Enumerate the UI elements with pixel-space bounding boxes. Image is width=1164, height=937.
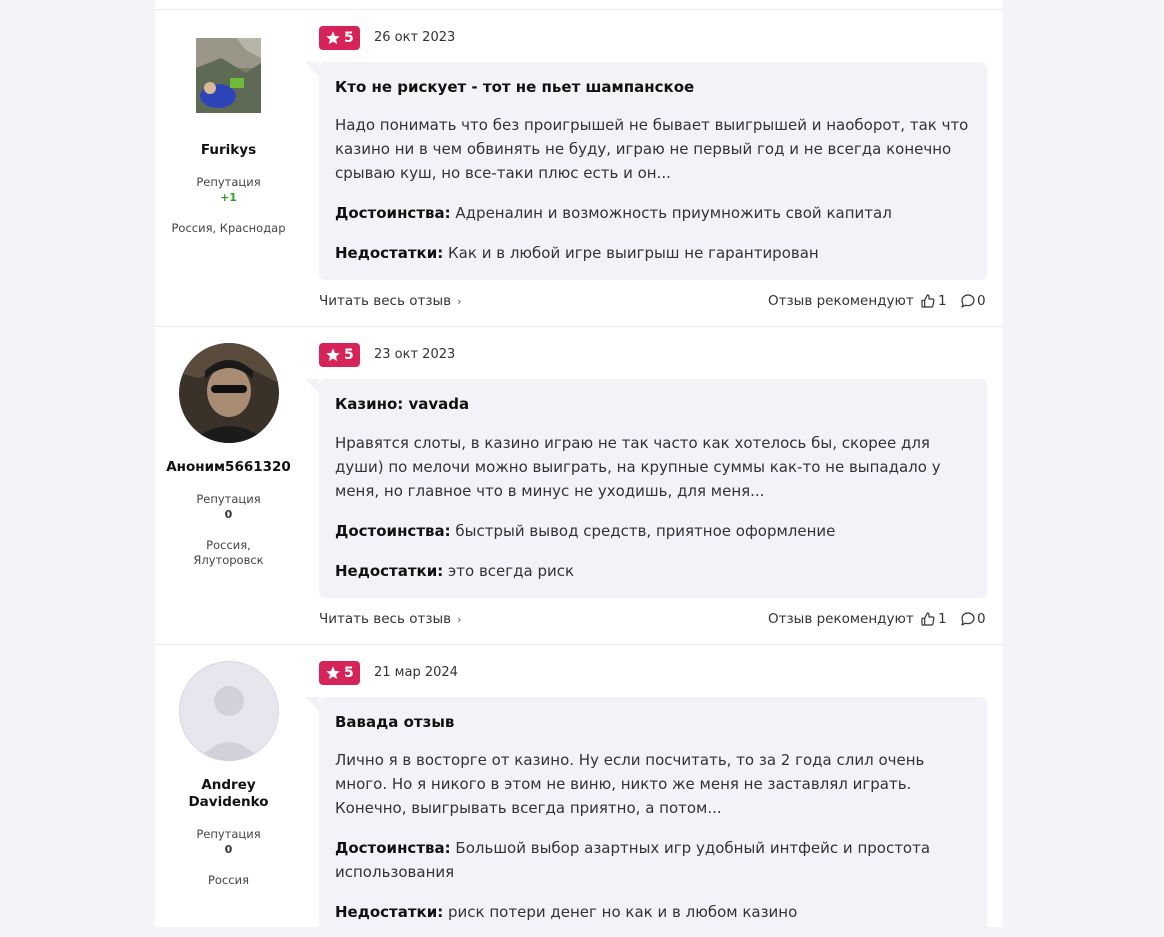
chevron-right-icon: ›: [457, 295, 462, 308]
rating-badge: 5: [319, 661, 360, 685]
review-author: Andrey Davidenko Репутация 0 Россия: [155, 645, 302, 927]
review-card: Аноним5661320 Репутация 0 Россия, Ялутор…: [155, 327, 1003, 643]
cons-text: это всегда риск: [448, 562, 575, 580]
pros-label: Достоинства:: [335, 839, 451, 857]
recommend-label: Отзыв рекомендуют: [768, 611, 914, 627]
like-icon[interactable]: [920, 293, 936, 309]
comments-count: 0: [977, 611, 986, 627]
review-text: Лично я в восторге от казино. Ну если по…: [335, 751, 925, 817]
likes-count: 1: [938, 293, 947, 309]
reputation-label: Репутация: [196, 175, 261, 189]
reputation-value: +1: [220, 191, 237, 204]
cons-label: Недостатки:: [335, 244, 444, 262]
cons-text: риск потери денег но как и в любом казин…: [448, 903, 798, 921]
author-location: Россия, Краснодар: [171, 221, 286, 235]
star-icon: [326, 348, 340, 362]
review-body: Казино: vavada Нравятся слоты, в казино …: [305, 379, 987, 598]
recommend-label: Отзыв рекомендуют: [768, 293, 914, 309]
review-cons: Недостатки: риск потери денег но как и в…: [335, 900, 975, 924]
review-cons: Недостатки: Как и в любой игре выигрыш н…: [335, 241, 975, 265]
review-card: Andrey Davidenko Репутация 0 Россия 5 21…: [155, 645, 1003, 937]
comments-count: 0: [977, 293, 986, 309]
comment-icon[interactable]: [960, 293, 976, 309]
author-name[interactable]: Аноним5661320: [155, 459, 302, 476]
review-title[interactable]: Вавада отзыв: [335, 712, 454, 732]
read-more-link[interactable]: Читать весь отзыв ›: [319, 610, 462, 629]
review-cons: Недостатки: это всегда риск: [335, 559, 975, 583]
review-body: Вавада отзыв Лично я в восторге от казин…: [305, 697, 987, 937]
reputation-value: 0: [224, 508, 233, 521]
review-date: 21 мар 2024: [374, 665, 458, 680]
review-author: Furikys Репутация +1 Россия, Краснодар: [155, 10, 302, 326]
cons-text: Как и в любой игре выигрыш не гарантиров…: [448, 244, 819, 262]
review-pros: Достоинства: быстрый вывод средств, прия…: [335, 519, 975, 543]
read-more-label: Читать весь отзыв: [319, 293, 452, 309]
pros-label: Достоинства:: [335, 522, 451, 540]
likes-count: 1: [938, 611, 947, 627]
review-text: Надо понимать что без проигрышей не быва…: [335, 116, 969, 182]
star-icon: [326, 31, 340, 45]
reputation-label: Репутация: [196, 827, 261, 841]
review-date: 26 окт 2023: [374, 30, 456, 45]
review-author: Аноним5661320 Репутация 0 Россия, Ялутор…: [155, 327, 302, 643]
cons-label: Недостатки:: [335, 562, 444, 580]
review-title[interactable]: Казино: vavada: [335, 394, 469, 414]
rating-value: 5: [344, 347, 354, 363]
avatar[interactable]: [196, 38, 261, 113]
rating-value: 5: [344, 30, 354, 46]
review-text: Нравятся слоты, в казино играю не так ча…: [335, 434, 941, 500]
cons-label: Недостатки:: [335, 903, 444, 921]
reviews-column: Furikys Репутация +1 Россия, Краснодар 5…: [155, 0, 1003, 937]
like-icon[interactable]: [920, 611, 936, 627]
user-icon: [197, 686, 261, 761]
review-pros: Достоинства: Большой выбор азартных игр …: [335, 836, 975, 884]
pros-text: быстрый вывод средств, приятное оформлен…: [455, 522, 836, 540]
review-card: Furikys Репутация +1 Россия, Краснодар 5…: [155, 10, 1003, 326]
review-date: 23 окт 2023: [374, 347, 456, 362]
reputation-value: 0: [224, 843, 233, 856]
review-title[interactable]: Кто не рискует - тот не пьет шампанское: [335, 77, 694, 97]
rating-value: 5: [344, 665, 354, 681]
author-location: Россия: [207, 873, 249, 887]
chevron-right-icon: ›: [457, 613, 462, 626]
comment-icon[interactable]: [960, 611, 976, 627]
review-pros: Достоинства: Адреналин и возможность при…: [335, 201, 975, 225]
reputation-label: Репутация: [196, 492, 261, 506]
star-icon: [326, 666, 340, 680]
pros-label: Достоинства:: [335, 204, 451, 222]
read-more-label: Читать весь отзыв: [319, 611, 452, 627]
author-name[interactable]: Andrey Davidenko: [155, 777, 302, 811]
author-location: Россия, Ялуторовск: [193, 538, 264, 567]
review-body: Кто не рискует - тот не пьет шампанское …: [305, 62, 987, 280]
pros-text: Адреналин и возможность приумножить свой…: [455, 204, 892, 222]
avatar[interactable]: [179, 343, 279, 443]
read-more-link[interactable]: Читать весь отзыв ›: [319, 292, 462, 311]
rating-badge: 5: [319, 343, 360, 367]
rating-badge: 5: [319, 26, 360, 50]
author-name[interactable]: Furikys: [155, 142, 302, 159]
avatar-placeholder[interactable]: [179, 661, 279, 761]
